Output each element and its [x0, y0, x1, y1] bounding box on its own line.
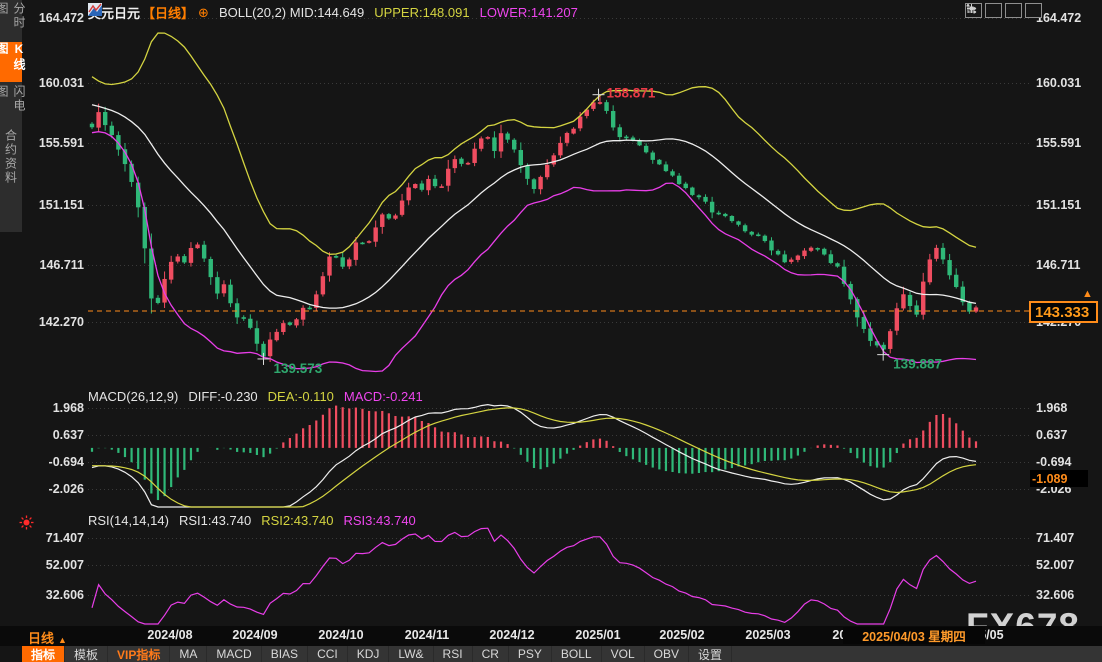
svg-text:139.573: 139.573: [273, 361, 322, 376]
sidebar-item-0[interactable]: 分时图: [0, 2, 22, 38]
rsi-axis-label: 71.407: [1036, 530, 1074, 546]
macd-current-value: -1.089: [1030, 470, 1088, 487]
toolbar-item-3[interactable]: MA: [170, 646, 207, 662]
macd-title: MACD(26,12,9): [88, 389, 178, 404]
price-axis-label: 146.711: [20, 257, 84, 273]
price-axis-label: 155.591: [20, 135, 84, 151]
price-axis-label: 160.031: [20, 75, 84, 91]
macd-macd-readout: MACD:-0.241: [344, 389, 423, 404]
window-controls: [965, 3, 1042, 18]
boll-mid-readout: BOLL(20,2) MID:144.649: [219, 5, 364, 20]
indicator-toolbar: 指标模板VIP指标MAMACDBIASCCIKDJLW&RSICRPSYBOLL…: [22, 646, 1102, 662]
price-axis-label: 146.711: [1036, 257, 1081, 273]
toolbar-item-14[interactable]: OBV: [645, 646, 689, 662]
rsi-axis-label: 52.007: [1036, 557, 1074, 573]
axis-reset-icon[interactable]: [1025, 3, 1042, 18]
period-tag: 【日线】: [142, 3, 194, 22]
toolbar-item-9[interactable]: RSI: [434, 646, 473, 662]
macd-axis-label: -2.026: [20, 481, 84, 497]
sidebar: 分时图 K线图闪电图合约资料: [0, 0, 22, 232]
period-selector[interactable]: 日线 ▲: [28, 628, 67, 647]
price-axis-label: 164.472: [20, 10, 84, 26]
macd-axis-label: 0.637: [20, 427, 84, 443]
toolbar-item-7[interactable]: KDJ: [348, 646, 390, 662]
period-arrow-icon: ▲: [58, 635, 67, 645]
price-axis-label: 151.151: [20, 197, 84, 213]
toolbar-item-8[interactable]: LW&: [389, 646, 433, 662]
sidebar-item-2[interactable]: 闪电图: [0, 85, 22, 125]
rsi-title: RSI(14,14,14): [88, 513, 169, 528]
price-axis-label: 142.270: [20, 314, 84, 330]
date-axis: 日线 ▲ 2024/08 2024/09 2024/10 2024/11 2024/12 2…: [0, 626, 1102, 646]
add-symbol-icon[interactable]: ⊕: [198, 5, 209, 21]
toolbar-item-1[interactable]: 模板: [65, 646, 108, 662]
sidebar-item-1[interactable]: K线图: [0, 42, 22, 82]
rsi2-readout: RSI2:43.740: [261, 513, 333, 528]
axis-pan-icon[interactable]: [1005, 3, 1022, 18]
toolbar-item-5[interactable]: BIAS: [262, 646, 308, 662]
boll-lower-readout: LOWER:141.207: [480, 5, 578, 20]
trading-app-window: 158.871 139.573 139.887 分时图 K线图闪电图合约资料 美元日元…: [0, 0, 1102, 662]
toolbar-item-0[interactable]: 指标: [22, 646, 65, 662]
toolbar-item-6[interactable]: CCI: [308, 646, 348, 662]
date-tick: 2024/11: [405, 628, 450, 642]
period-label: 日线: [28, 631, 54, 646]
date-tick: 2024/10: [318, 628, 363, 642]
date-tick: 2024/08: [147, 628, 192, 642]
main-chart-header: 美元日元 【日线】 ⊕ BOLL(20,2) MID:144.649 UPPER…: [88, 3, 578, 22]
price-axis-label: 160.031: [1036, 75, 1081, 91]
toolbar-item-10[interactable]: CR: [473, 646, 509, 662]
toolbar-item-11[interactable]: PSY: [509, 646, 552, 662]
toolbar-item-15[interactable]: 设置: [689, 646, 732, 662]
macd-axis-label: 0.637: [1036, 427, 1067, 443]
date-tick: 2024/12: [489, 628, 534, 642]
rsi-axis-label: 32.606: [1036, 587, 1074, 603]
toolbar-item-4[interactable]: MACD: [207, 646, 261, 662]
chart-canvas[interactable]: 158.871 139.573 139.887: [0, 0, 1102, 662]
date-tick: 2025/03: [745, 628, 790, 642]
macd-axis-label: 1.968: [20, 400, 84, 416]
axis-zoom-icon[interactable]: [985, 3, 1002, 18]
date-highlight: 2025/04/03 星期四: [843, 627, 985, 644]
price-axis-label: 155.591: [1036, 135, 1081, 151]
price-up-arrow-icon: ▲: [1082, 289, 1093, 299]
toolbar-item-12[interactable]: BOLL: [552, 646, 602, 662]
current-price-box: 143.333: [1029, 301, 1098, 323]
price-axis-label: 151.151: [1036, 197, 1081, 213]
rsi-axis-label: 32.606: [20, 587, 84, 603]
rsi1-readout: RSI1:43.740: [179, 513, 251, 528]
macd-axis-label: -0.694: [20, 454, 84, 470]
boll-upper-readout: UPPER:148.091: [374, 5, 469, 20]
rsi3-readout: RSI3:43.740: [344, 513, 416, 528]
svg-text:158.871: 158.871: [607, 86, 656, 101]
toolbar-item-2[interactable]: VIP指标: [108, 646, 170, 662]
date-tick: 2024/09: [232, 628, 277, 642]
macd-diff-readout: DIFF:-0.230: [188, 389, 257, 404]
price-axis-label: 164.472: [1036, 10, 1081, 26]
macd-axis-label: 1.968: [1036, 400, 1067, 416]
rsi-axis-label: 71.407: [20, 530, 84, 546]
rsi-header: RSI(14,14,14) RSI1:43.740 RSI2:43.740 RS…: [88, 513, 416, 528]
macd-dea-readout: DEA:-0.110: [268, 389, 334, 404]
date-tick: 2025/01: [575, 628, 620, 642]
svg-text:139.887: 139.887: [893, 357, 942, 372]
toolbar-item-13[interactable]: VOL: [602, 646, 645, 662]
rsi-axis-label: 52.007: [20, 557, 84, 573]
date-tick: 2025/02: [659, 628, 704, 642]
sidebar-item-3[interactable]: 合约资料: [0, 128, 22, 186]
macd-axis-label: -0.694: [1036, 454, 1071, 470]
macd-header: MACD(26,12,9) DIFF:-0.230 DEA:-0.110 MAC…: [88, 389, 423, 404]
